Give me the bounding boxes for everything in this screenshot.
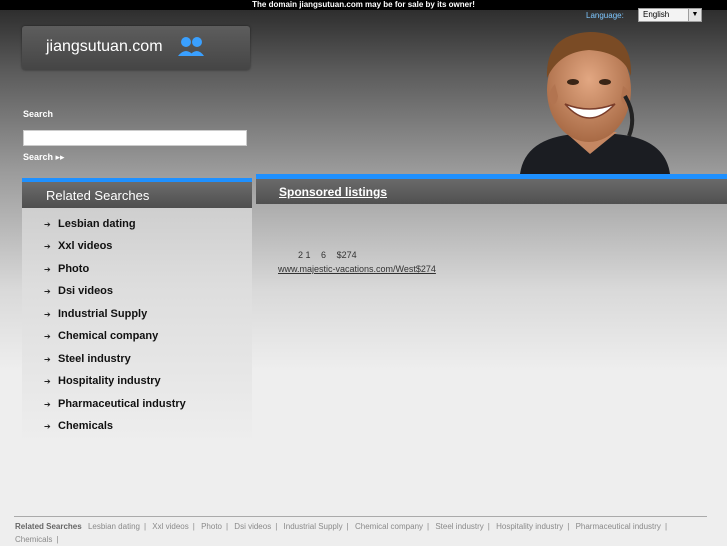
related-link-chemicals[interactable]: ➔ Chemicals <box>44 420 113 438</box>
related-link-label: Chemical company <box>58 330 159 342</box>
footer-separator: | <box>143 522 147 531</box>
related-link-steel-industry[interactable]: ➔ Steel industry <box>44 353 131 371</box>
arrow-right-icon: ➔ <box>44 265 51 274</box>
chevron-down-icon: ▼ <box>688 9 701 21</box>
related-link-dsi-videos[interactable]: ➔ Dsi videos <box>44 285 113 303</box>
arrow-right-icon: ➔ <box>44 287 51 296</box>
footer-separator: | <box>427 522 430 531</box>
related-link-industrial-supply[interactable]: ➔ Industrial Supply <box>44 308 147 326</box>
language-value: English <box>643 10 670 19</box>
sale-notice-bar: The domain jiangsutuan.com may be for sa… <box>0 0 727 10</box>
footer-link[interactable]: Photo <box>201 522 222 531</box>
related-link-label: Dsi videos <box>58 285 114 297</box>
footer-separator: | <box>192 522 195 531</box>
related-searches-panel: Related Searches ➔ Lesbian dating ➔ Xxl vi… <box>22 178 252 444</box>
footer-link[interactable]: Steel industry <box>435 522 483 531</box>
footer-separator: | <box>346 522 349 531</box>
related-link-lesbian-dating[interactable]: ➔ Lesbian dating <box>44 218 136 236</box>
site-logo-text: jiangsutuan.com <box>46 38 163 55</box>
arrow-right-icon: ➔ <box>44 355 51 364</box>
sponsored-listing-url[interactable]: www.majestic-vacations.com/West$274 <box>278 264 436 274</box>
arrow-right-icon: ➔ <box>44 400 51 409</box>
search-title: Search <box>23 109 54 119</box>
sponsored-part: $274 <box>336 250 357 260</box>
language-label: Language: <box>586 11 624 20</box>
logo-box[interactable]: jiangsutuan.com <box>22 26 250 70</box>
related-link-label: Lesbian dating <box>58 218 136 230</box>
footer-related-searches: Related Searches Lesbian dating | Xxl vid… <box>15 520 705 546</box>
related-link-label: Industrial Supply <box>58 308 148 320</box>
related-link-pharmaceutical-industry[interactable]: ➔ Pharmaceutical industry <box>44 398 186 416</box>
related-link-xxl-videos[interactable]: ➔ Xxl videos <box>44 240 112 258</box>
language-select[interactable]: English ▼ <box>638 8 702 22</box>
sponsored-title[interactable]: Sponsored listings <box>279 185 387 199</box>
sponsored-listing-line: 2 1 6 $274 <box>298 250 365 260</box>
arrow-right-icon: ➔ <box>44 422 51 431</box>
sale-notice-text: The domain jiangsutuan.com may be for sa… <box>252 0 475 9</box>
related-link-label: Hospitality industry <box>58 375 161 387</box>
arrow-right-icon: ➔ <box>44 242 51 251</box>
arrow-right-icon: ➔ <box>44 377 51 386</box>
related-searches-header: Related Searches <box>22 182 252 208</box>
arrow-right-icon: ➔ <box>44 220 51 229</box>
related-searches-title: Related Searches <box>46 188 150 203</box>
sponsored-part: 6 <box>321 250 327 260</box>
search-input[interactable] <box>23 130 247 146</box>
footer-link[interactable]: Chemicals <box>15 535 52 544</box>
smiling-man-photo <box>520 32 670 174</box>
related-link-label: Xxl videos <box>58 240 113 252</box>
related-link-chemical-company[interactable]: ➔ Chemical company <box>44 330 158 348</box>
footer-separator: | <box>664 522 668 531</box>
footer-link[interactable]: Dsi videos <box>234 522 271 531</box>
arrow-right-icon: ➔ <box>44 332 51 341</box>
footer-label: Related Searches <box>15 522 82 531</box>
footer-separator: | <box>567 522 570 531</box>
sponsored-part: 2 1 <box>298 250 311 260</box>
footer-separator: | <box>275 522 278 531</box>
footer-link[interactable]: Pharmaceutical industry <box>576 522 661 531</box>
related-link-label: Steel industry <box>58 353 131 365</box>
related-link-hospitality-industry[interactable]: ➔ Hospitality industry <box>44 375 161 393</box>
related-link-photo[interactable]: ➔ Photo <box>44 263 89 281</box>
footer-separator: | <box>56 535 59 544</box>
footer-link[interactable]: Lesbian dating <box>88 522 140 531</box>
related-link-label: Chemicals <box>58 420 114 432</box>
search-button[interactable]: Search ▸▸ <box>23 152 65 163</box>
footer-link[interactable]: Industrial Supply <box>284 522 343 531</box>
footer-divider <box>14 516 707 517</box>
arrow-right-icon: ➔ <box>44 310 51 319</box>
related-link-label: Photo <box>58 263 90 275</box>
footer-separator: | <box>487 522 490 531</box>
people-icon <box>178 37 204 56</box>
footer-link[interactable]: Xxl videos <box>152 522 188 531</box>
related-link-label: Pharmaceutical industry <box>58 398 186 410</box>
footer-link[interactable]: Hospitality industry <box>496 522 563 531</box>
footer-separator: | <box>225 522 229 531</box>
sponsored-header: Sponsored listings <box>256 179 727 204</box>
footer-link[interactable]: Chemical company <box>355 522 423 531</box>
